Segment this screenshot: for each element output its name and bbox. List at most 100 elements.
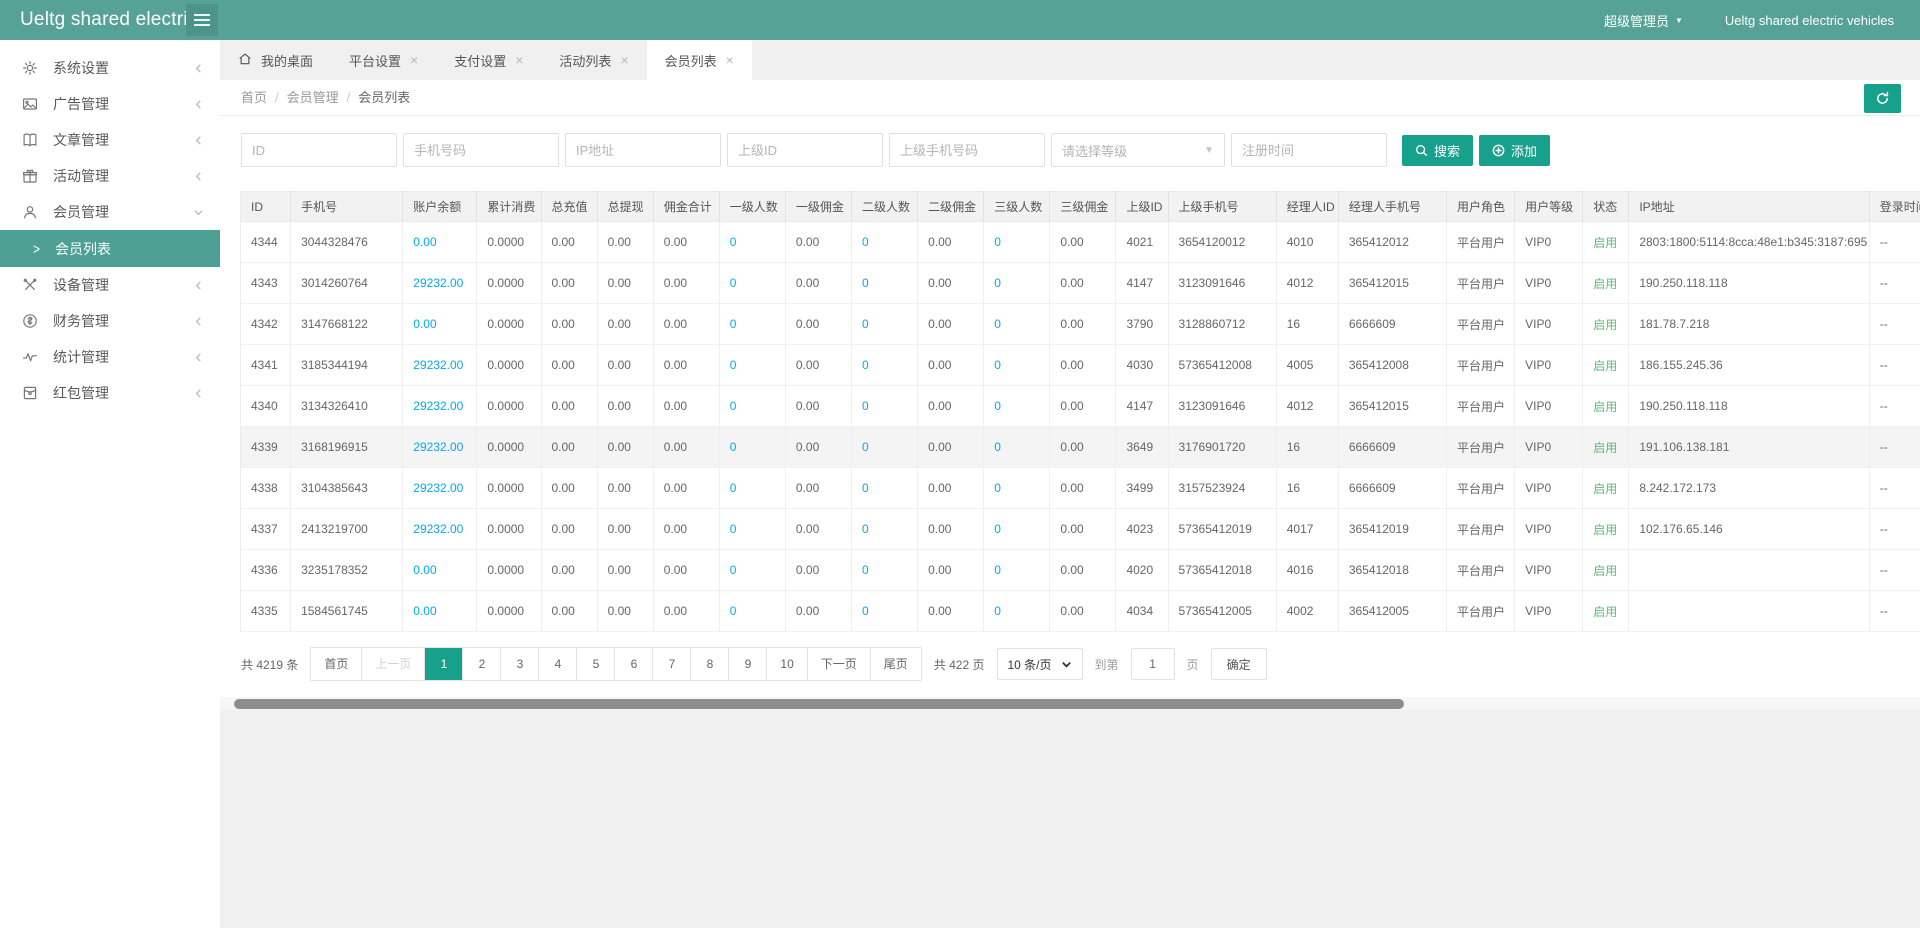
page-number-button[interactable]: 2 [462, 648, 500, 680]
cell-账户余额[interactable]: 29232.00 [403, 468, 477, 509]
page-number-button[interactable]: 7 [652, 648, 690, 680]
cell-一级人数[interactable]: 0 [719, 345, 785, 386]
cell-二级人数[interactable]: 0 [852, 222, 918, 263]
page-prev-button[interactable]: 上一页 [361, 648, 424, 680]
cell-三级人数[interactable]: 0 [984, 222, 1050, 263]
cell-二级人数[interactable]: 0 [852, 591, 918, 632]
cell-三级人数[interactable]: 0 [984, 591, 1050, 632]
level-select[interactable]: 请选择等级 ▼ [1051, 133, 1225, 167]
cell-一级人数[interactable]: 0 [719, 427, 785, 468]
cell-账户余额[interactable]: 29232.00 [403, 345, 477, 386]
page-number-button[interactable]: 3 [500, 648, 538, 680]
page-number-button[interactable]: 4 [538, 648, 576, 680]
close-icon[interactable]: × [620, 53, 628, 67]
sidebar-item[interactable]: 系统设置 [0, 50, 220, 86]
sidebar-item[interactable]: 财务管理 [0, 303, 220, 339]
sidebar-item[interactable]: 广告管理 [0, 86, 220, 122]
page-last-button[interactable]: 尾页 [870, 648, 921, 680]
cell-手机号: 2413219700 [291, 509, 403, 550]
page-first-button[interactable]: 首页 [311, 648, 361, 680]
cell-上级ID: 3649 [1116, 427, 1168, 468]
tab-会员列表[interactable]: 会员列表× [647, 40, 752, 80]
scrollbar-thumb[interactable] [234, 699, 1404, 709]
chevron-left-icon [193, 99, 204, 110]
tab-支付设置[interactable]: 支付设置× [436, 40, 541, 80]
cell-账户余额[interactable]: 0.00 [403, 304, 477, 345]
cell-三级人数[interactable]: 0 [984, 468, 1050, 509]
refresh-button[interactable] [1864, 84, 1901, 113]
breadcrumb-item[interactable]: 会员管理 [287, 90, 339, 105]
search-button[interactable]: 搜索 [1402, 135, 1473, 166]
sidebar-subitem[interactable]: >会员列表 [0, 230, 220, 267]
filter-input-手机号码[interactable] [403, 133, 559, 167]
admin-role-dropdown[interactable]: 超级管理员 ▼ [1604, 11, 1683, 30]
cell-账户余额[interactable]: 29232.00 [403, 263, 477, 304]
cell-一级人数[interactable]: 0 [719, 591, 785, 632]
tab-平台设置[interactable]: 平台设置× [331, 40, 436, 80]
cell-三级人数[interactable]: 0 [984, 509, 1050, 550]
cell-一级人数[interactable]: 0 [719, 304, 785, 345]
close-icon[interactable]: × [726, 53, 734, 67]
cell-经理人ID: 16 [1276, 304, 1338, 345]
cell-三级人数[interactable]: 0 [984, 263, 1050, 304]
cell-一级人数[interactable]: 0 [719, 386, 785, 427]
cell-账户余额[interactable]: 0.00 [403, 591, 477, 632]
page-number-button[interactable]: 5 [576, 648, 614, 680]
cell-三级人数[interactable]: 0 [984, 550, 1050, 591]
sidebar-item[interactable]: 活动管理 [0, 158, 220, 194]
cell-手机号: 3134326410 [291, 386, 403, 427]
cell-账户余额[interactable]: 29232.00 [403, 427, 477, 468]
cell-一级人数[interactable]: 0 [719, 468, 785, 509]
page-number-button[interactable]: 9 [728, 648, 766, 680]
cell-账户余额[interactable]: 0.00 [403, 550, 477, 591]
cell-二级人数[interactable]: 0 [852, 427, 918, 468]
page-next-button[interactable]: 下一页 [807, 648, 870, 680]
filter-input-IP地址[interactable] [565, 133, 721, 167]
cell-三级人数[interactable]: 0 [984, 345, 1050, 386]
hamburger-menu-icon[interactable] [186, 4, 218, 36]
cell-三级人数[interactable]: 0 [984, 427, 1050, 468]
cell-二级人数[interactable]: 0 [852, 263, 918, 304]
cell-二级人数[interactable]: 0 [852, 345, 918, 386]
per-page-select[interactable]: 10 条/页 [997, 648, 1083, 680]
sidebar-item[interactable]: 红包管理 [0, 375, 220, 411]
sidebar-item[interactable]: 设备管理 [0, 267, 220, 303]
column-header: 登录时间 [1869, 192, 1920, 222]
cell-二级人数[interactable]: 0 [852, 509, 918, 550]
cell-一级人数[interactable]: 0 [719, 263, 785, 304]
tab-活动列表[interactable]: 活动列表× [541, 40, 646, 80]
cell-账户余额[interactable]: 29232.00 [403, 509, 477, 550]
close-icon[interactable]: × [410, 53, 418, 67]
add-button[interactable]: 添加 [1479, 135, 1550, 166]
register-time-input[interactable] [1231, 133, 1387, 167]
cell-三级人数[interactable]: 0 [984, 386, 1050, 427]
cell-账户余额[interactable]: 29232.00 [403, 386, 477, 427]
cell-二级人数[interactable]: 0 [852, 468, 918, 509]
cell-状态: 启用 [1583, 222, 1629, 263]
cell-三级人数[interactable]: 0 [984, 304, 1050, 345]
confirm-button[interactable]: 确定 [1211, 648, 1267, 680]
page-number-button[interactable]: 8 [690, 648, 728, 680]
cell-二级人数[interactable]: 0 [852, 304, 918, 345]
sidebar-item[interactable]: 会员管理 [0, 194, 220, 230]
sidebar-item[interactable]: 统计管理 [0, 339, 220, 375]
table-row: 4341318534419429232.000.00000.000.000.00… [241, 345, 1920, 386]
cell-二级人数[interactable]: 0 [852, 550, 918, 591]
filter-input-上级手机号码[interactable] [889, 133, 1045, 167]
tab-我的桌面[interactable]: 我的桌面 [220, 40, 331, 80]
goto-page-input[interactable] [1131, 648, 1175, 680]
filter-input-上级ID[interactable] [727, 133, 883, 167]
cell-一级人数[interactable]: 0 [719, 222, 785, 263]
cell-二级人数[interactable]: 0 [852, 386, 918, 427]
filter-input-ID[interactable] [241, 133, 397, 167]
sidebar-item[interactable]: 文章管理 [0, 122, 220, 158]
cell-账户余额[interactable]: 0.00 [403, 222, 477, 263]
cell-一级人数[interactable]: 0 [719, 550, 785, 591]
cell-一级人数[interactable]: 0 [719, 509, 785, 550]
page-number-button[interactable]: 6 [614, 648, 652, 680]
main-area: 我的桌面平台设置×支付设置×活动列表×会员列表× 首页/会员管理/会员列表 请选… [220, 40, 1920, 928]
breadcrumb-item[interactable]: 首页 [241, 90, 267, 105]
close-icon[interactable]: × [515, 53, 523, 67]
page-number-button[interactable]: 1 [424, 648, 462, 680]
page-number-button[interactable]: 10 [766, 648, 806, 680]
